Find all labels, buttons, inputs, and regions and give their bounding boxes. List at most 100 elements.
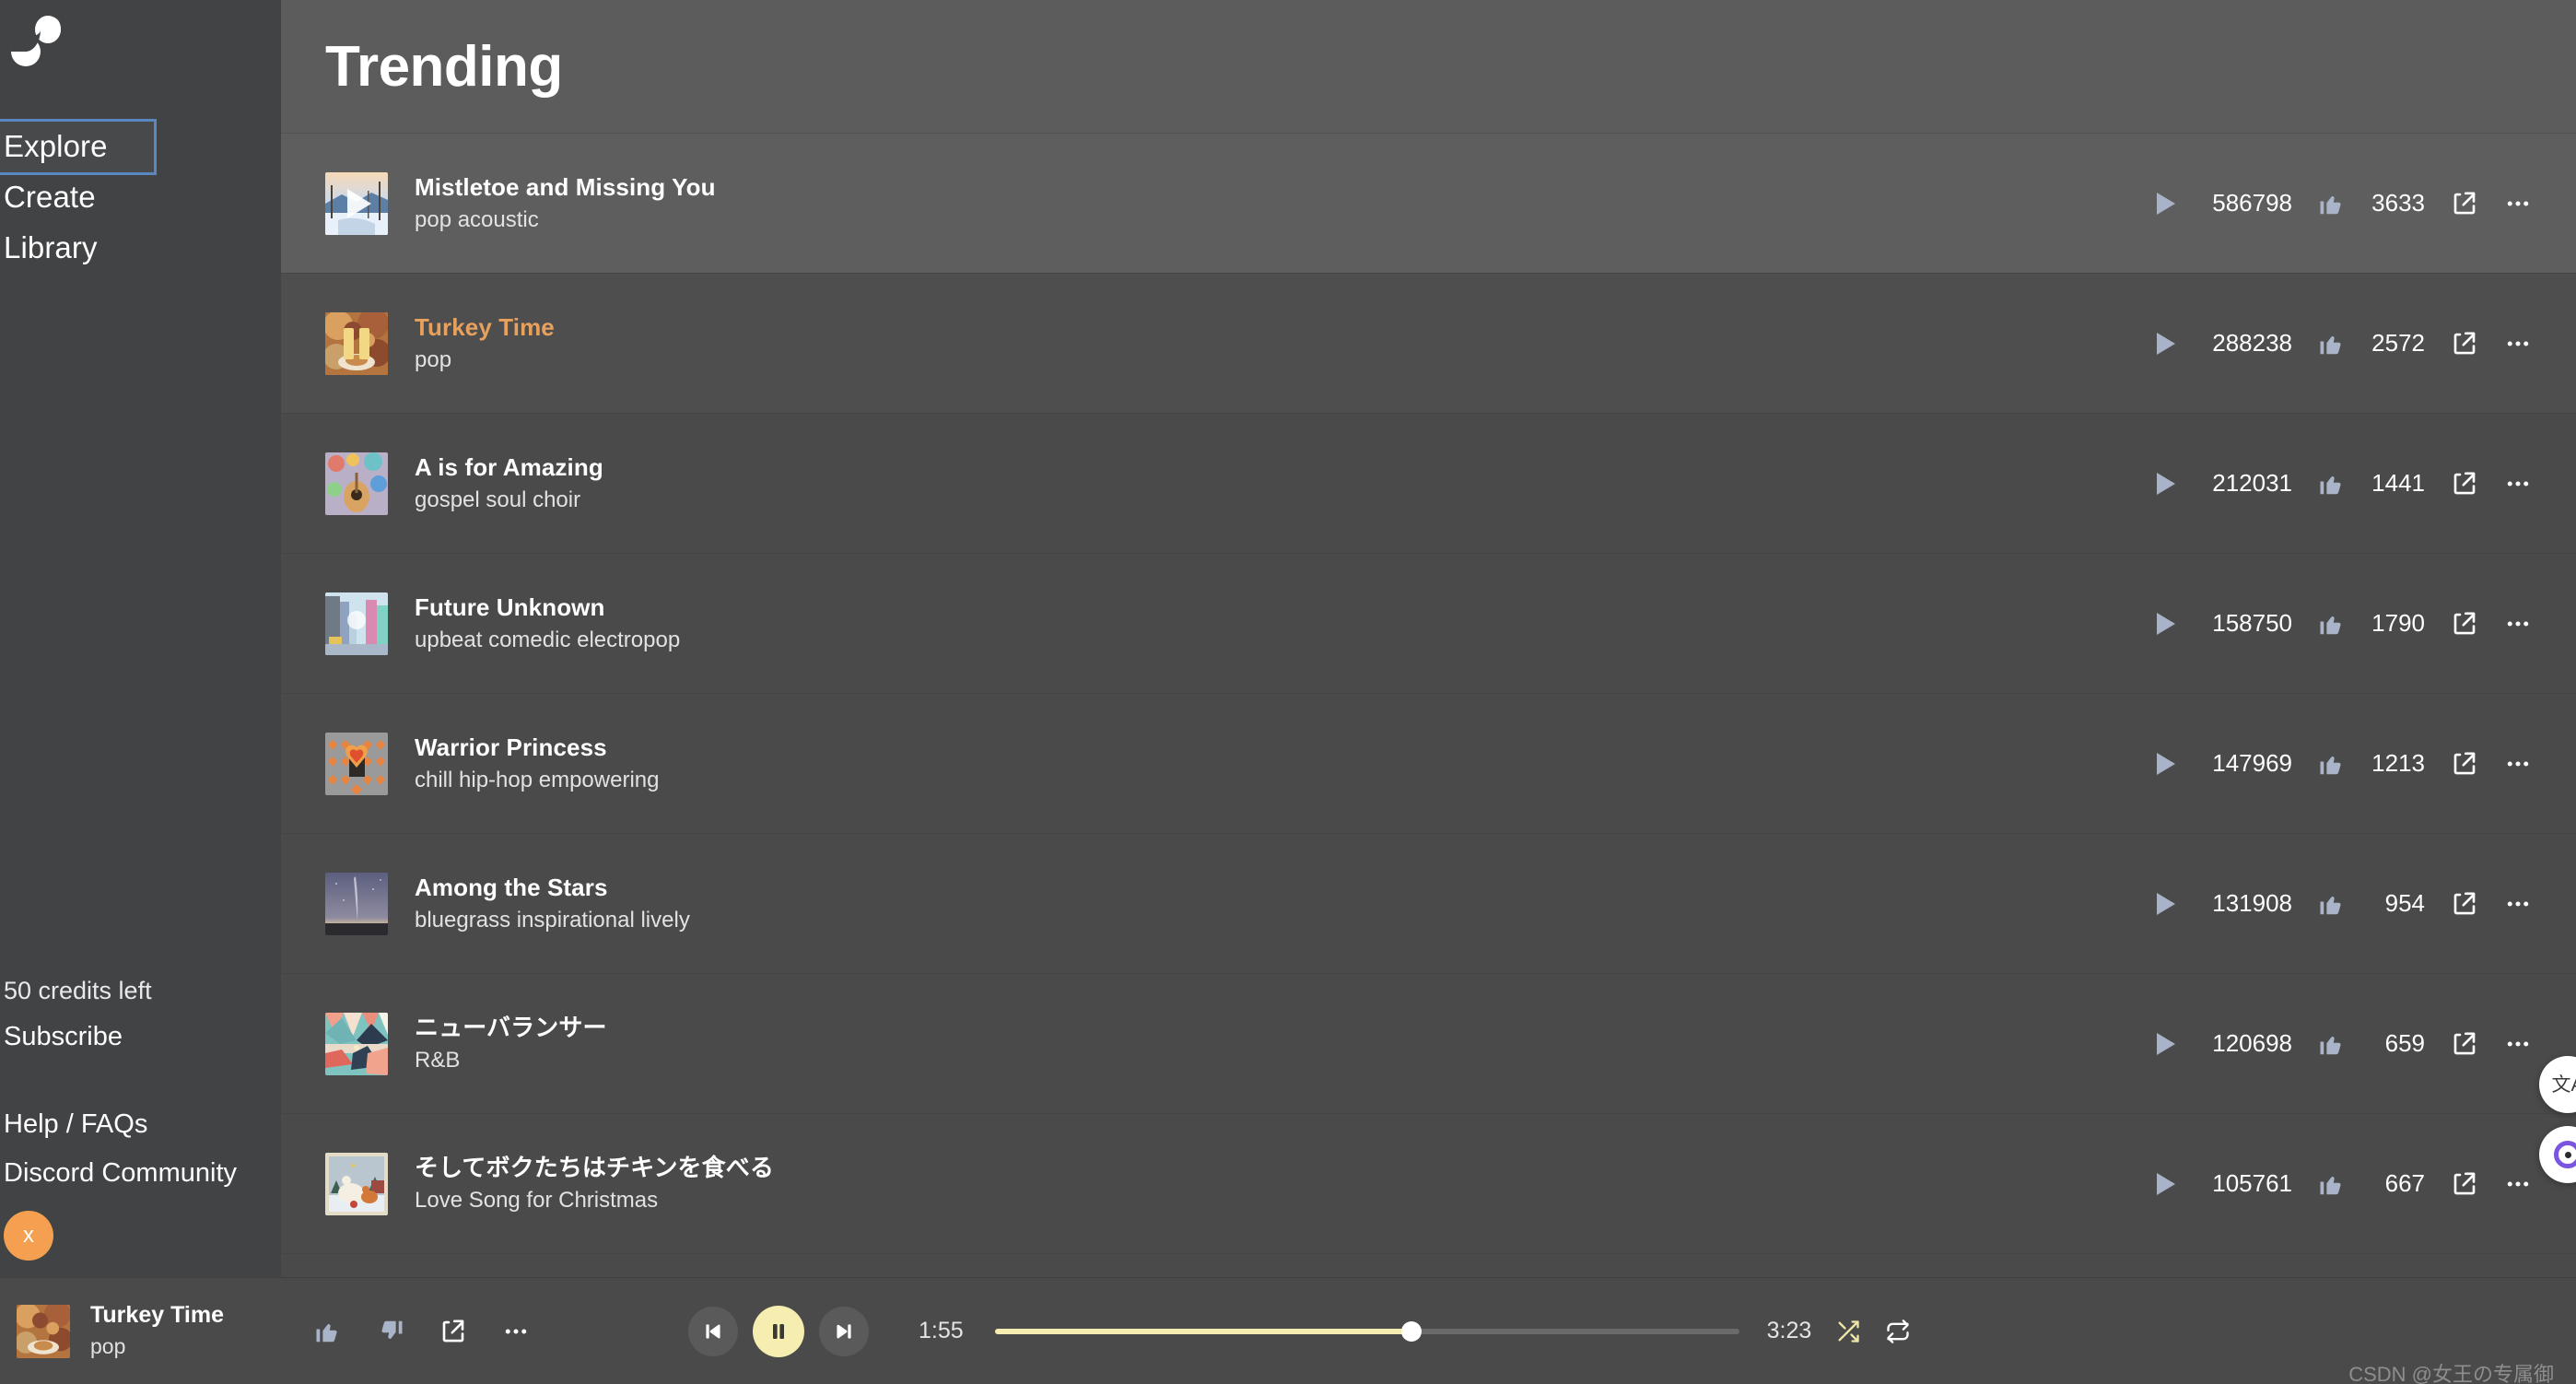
share-icon[interactable] (2451, 330, 2478, 358)
shuffle-icon[interactable] (1835, 1319, 1861, 1344)
track-title[interactable]: Future Unknown (415, 592, 680, 624)
table-row[interactable]: Mistletoe and Missing You pop acoustic 5… (281, 134, 2576, 274)
track-title[interactable]: Turkey Time (415, 311, 555, 344)
track-genre: chill hip-hop empowering (415, 767, 660, 792)
repeat-icon[interactable] (1885, 1319, 1911, 1344)
play-count: 131908 (2212, 889, 2292, 917)
track-genre: bluegrass inspirational lively (415, 907, 690, 932)
share-icon[interactable] (2451, 890, 2478, 918)
share-icon[interactable] (2451, 1030, 2478, 1058)
thumbs-up-icon[interactable] (2318, 1030, 2346, 1058)
track-genre: pop (415, 346, 452, 372)
like-count: 659 (2384, 1029, 2425, 1057)
progress-bar[interactable] (994, 1320, 1739, 1342)
thumbs-up-icon[interactable] (2318, 330, 2346, 358)
track-title[interactable]: Among the Stars (415, 872, 690, 904)
translate-widget-button[interactable]: 文A (2539, 1056, 2576, 1113)
more-options-icon[interactable] (2504, 470, 2532, 498)
player-track-title: Turkey Time (90, 1301, 224, 1328)
share-icon[interactable] (2451, 750, 2478, 778)
trending-track-list: Mistletoe and Missing You pop acoustic 5… (281, 134, 2576, 1277)
duration: 3:23 (1766, 1318, 1812, 1343)
track-title[interactable]: ニューバランサー (415, 1012, 607, 1044)
transport-controls (687, 1305, 869, 1357)
credits-label: 50 credits left (4, 977, 152, 1005)
track-stats: 120698 659 (2157, 1029, 2532, 1058)
help-faqs-link[interactable]: Help / FAQs (0, 1100, 281, 1149)
thumbs-up-icon[interactable] (314, 1318, 342, 1345)
pause-button[interactable] (752, 1305, 804, 1357)
play-count: 120698 (2212, 1029, 2292, 1057)
table-row[interactable]: Turkey Time pop 288238 2572 (281, 274, 2576, 414)
track-thumbnail[interactable] (325, 592, 388, 655)
thumbs-up-icon[interactable] (2318, 890, 2346, 918)
progress-thumb[interactable] (1401, 1320, 1423, 1342)
logo-container[interactable] (0, 13, 281, 101)
thumbs-down-icon[interactable] (377, 1318, 404, 1345)
more-options-icon[interactable] (2504, 1030, 2532, 1058)
user-avatar[interactable]: x (4, 1211, 53, 1261)
player-right-controls (1835, 1319, 1911, 1344)
play-overlay-icon[interactable] (325, 172, 388, 235)
share-icon[interactable] (2451, 1170, 2478, 1198)
track-thumbnail[interactable] (325, 1152, 388, 1215)
track-thumbnail[interactable] (325, 872, 388, 935)
like-count: 1213 (2371, 749, 2425, 777)
subscribe-link[interactable]: Subscribe (0, 1012, 281, 1062)
progress-fill (994, 1328, 1412, 1334)
track-genre: R&B (415, 1047, 461, 1073)
track-thumbnail[interactable] (325, 311, 388, 375)
play-count-icon (2157, 332, 2175, 355)
track-meta: ニューバランサー R&B (415, 1012, 607, 1075)
track-title[interactable]: そしてボクたちはチキンを食べる (415, 1152, 774, 1184)
table-row[interactable]: A is for Amazing gospel soul choir 21203… (281, 414, 2576, 554)
thumbs-up-icon[interactable] (2318, 750, 2346, 778)
track-genre: Love Song for Christmas (415, 1187, 659, 1213)
pause-overlay-icon[interactable] (325, 312, 388, 375)
play-count-icon (2157, 472, 2175, 495)
track-thumbnail[interactable] (325, 732, 388, 795)
current-time: 1:55 (918, 1318, 964, 1343)
track-thumbnail[interactable] (325, 171, 388, 235)
discord-community-link[interactable]: Discord Community (0, 1149, 281, 1198)
thumbs-up-icon[interactable] (2318, 610, 2346, 638)
track-meta: Among the Stars bluegrass inspirational … (415, 872, 690, 935)
previous-track-button[interactable] (687, 1306, 738, 1356)
sidebar-item-library[interactable]: Library (0, 223, 281, 274)
table-row[interactable]: Warrior Princess chill hip-hop empowerin… (281, 694, 2576, 834)
thumbs-up-icon[interactable] (2318, 470, 2346, 498)
thumbs-up-icon[interactable] (2318, 190, 2346, 217)
track-meta: Turkey Time pop (415, 311, 555, 375)
table-row[interactable]: Among the Stars bluegrass inspirational … (281, 834, 2576, 974)
recorder-ring-widget-button[interactable] (2539, 1126, 2576, 1183)
share-icon[interactable] (439, 1318, 467, 1345)
track-meta: Mistletoe and Missing You pop acoustic (415, 171, 716, 235)
track-title[interactable]: A is for Amazing (415, 452, 603, 484)
track-title[interactable]: Mistletoe and Missing You (415, 171, 716, 204)
sidebar-item-explore[interactable]: Explore (0, 119, 157, 175)
track-meta: そしてボクたちはチキンを食べる Love Song for Christmas (415, 1152, 774, 1215)
next-track-button[interactable] (818, 1306, 869, 1356)
more-options-icon[interactable] (502, 1318, 530, 1345)
track-stats: 105761 667 (2157, 1169, 2532, 1198)
table-row[interactable]: ニューバランサー R&B 120698 659 (281, 974, 2576, 1114)
more-options-icon[interactable] (2504, 750, 2532, 778)
thumbs-up-icon[interactable] (2318, 1170, 2346, 1198)
track-thumbnail[interactable] (325, 452, 388, 515)
more-options-icon[interactable] (2504, 1170, 2532, 1198)
share-icon[interactable] (2451, 470, 2478, 498)
track-genre: upbeat comedic electropop (415, 627, 681, 652)
more-options-icon[interactable] (2504, 330, 2532, 358)
sidebar-item-create[interactable]: Create (0, 172, 281, 223)
more-options-icon[interactable] (2504, 610, 2532, 638)
share-icon[interactable] (2451, 610, 2478, 638)
track-stats: 158750 1790 (2157, 609, 2532, 638)
track-title[interactable]: Warrior Princess (415, 732, 659, 764)
player-thumbnail[interactable] (17, 1304, 70, 1358)
table-row[interactable]: そしてボクたちはチキンを食べる Love Song for Christmas … (281, 1114, 2576, 1254)
table-row[interactable]: Future Unknown upbeat comedic electropop… (281, 554, 2576, 694)
share-icon[interactable] (2451, 190, 2478, 217)
track-thumbnail[interactable] (325, 1012, 388, 1075)
more-options-icon[interactable] (2504, 890, 2532, 918)
more-options-icon[interactable] (2504, 190, 2532, 217)
